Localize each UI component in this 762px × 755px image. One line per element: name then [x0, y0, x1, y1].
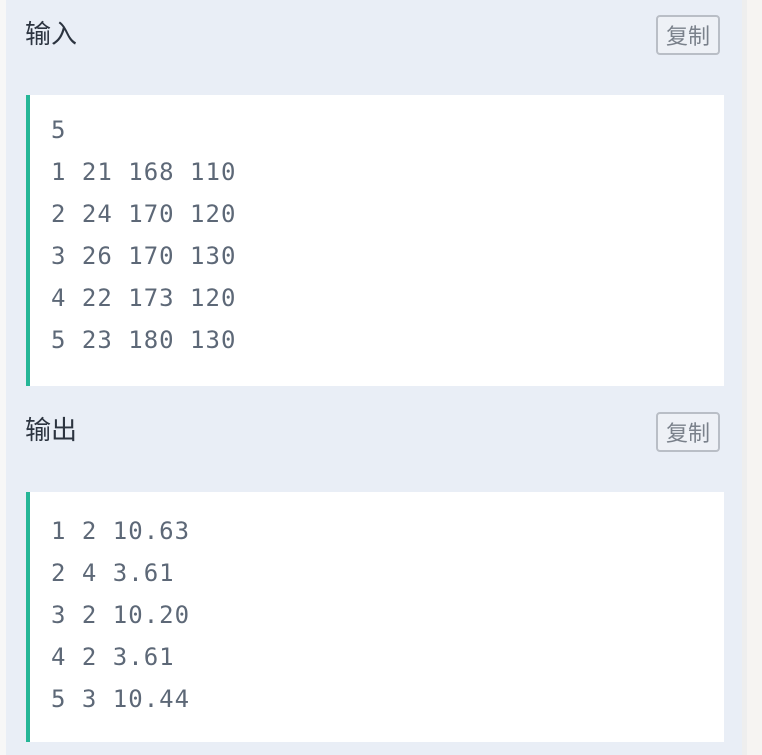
output-line: 1 2 10.63	[51, 517, 191, 545]
input-line: 2 24 170 120	[51, 200, 237, 228]
output-line: 4 2 3.61	[51, 643, 175, 671]
output-code-box[interactable]: 1 2 10.63 2 4 3.61 3 2 10.20 4 2 3.61 5 …	[26, 492, 724, 742]
copy-input-button[interactable]: 复制	[656, 15, 720, 55]
input-line: 4 22 173 120	[51, 284, 237, 312]
input-code-box[interactable]: 5 1 21 168 110 2 24 170 120 3 26 170 130…	[26, 95, 724, 386]
output-line: 2 4 3.61	[51, 559, 175, 587]
input-line: 1 21 168 110	[51, 158, 237, 186]
input-line: 3 26 170 130	[51, 242, 237, 270]
output-title: 输出	[25, 416, 78, 446]
right-edge	[747, 0, 762, 755]
input-title: 输入	[25, 20, 78, 50]
output-line: 3 2 10.20	[51, 601, 191, 629]
copy-output-button[interactable]: 复制	[656, 412, 720, 452]
input-line: 5 23 180 130	[51, 326, 237, 354]
output-line: 5 3 10.44	[51, 685, 191, 713]
input-line: 5	[51, 116, 67, 144]
